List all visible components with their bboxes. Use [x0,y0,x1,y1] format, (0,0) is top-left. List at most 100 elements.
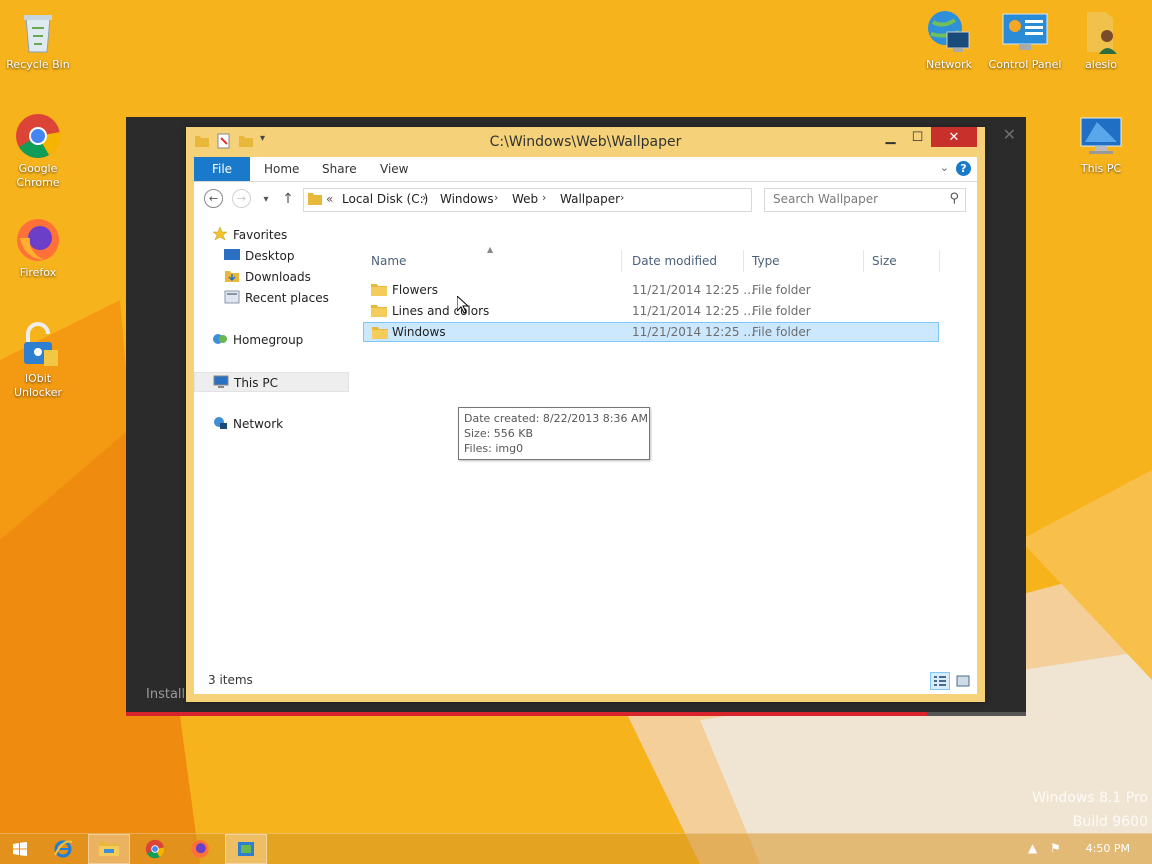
column-divider[interactable] [621,250,622,272]
nav-this-pc[interactable]: This PC [194,372,349,392]
breadcrumb-separator-icon[interactable]: › [620,191,624,204]
expand-ribbon-icon[interactable]: ⌄ [940,161,949,174]
nav-desktop[interactable]: Desktop [224,246,295,266]
desktop-icon-firefox[interactable]: Firefox [0,216,76,280]
item-count: 3 items [208,673,253,687]
column-divider[interactable] [939,250,940,272]
column-header-size[interactable]: Size [872,250,897,272]
breadcrumb-separator-icon[interactable]: › [542,191,546,204]
nav-downloads[interactable]: Downloads [224,267,311,287]
taskbar: ▲ ⚑ 4:50 PM [0,833,1152,864]
file-row-flowers[interactable]: Flowers 11/21/2014 12:25 ... File folder [366,280,939,300]
large-icons-view-icon [956,675,970,687]
title-bar[interactable]: ▾ C:\Windows\Web\Wallpaper ▁ ☐ ✕ [186,127,985,157]
taskbar-clock[interactable]: 4:50 PM [1086,842,1130,855]
network-globe-icon [925,8,973,56]
back-button[interactable]: ← [204,189,223,208]
navigation-bar: ← → ▾ ↑ « Local Disk (C:) › Windows › We… [194,181,977,217]
tooltip-size: Size: 556 KB [464,427,534,440]
help-icon[interactable]: ? [956,161,971,176]
tooltip-date-created: Date created: 8/22/2013 8:36 AM [464,412,649,425]
installer-progress-bar [126,712,927,716]
taskbar-firefox[interactable] [180,834,220,864]
window-title: C:\Windows\Web\Wallpaper [489,134,682,150]
tab-share[interactable]: Share [322,157,357,181]
explorer-client-area: File Home Share View ⌄ ? ← → ▾ ↑ « Local… [194,157,977,694]
desktop-icon-this-pc[interactable]: This PC [1063,112,1139,176]
chrome-icon [14,112,62,160]
nav-network[interactable]: Network [212,414,283,434]
up-arrow-icon[interactable]: ↑ [278,189,298,209]
folder-icon [371,284,387,296]
folder-info-tooltip: Date created: 8/22/2013 8:36 AM Size: 55… [458,407,650,460]
installer-close-icon[interactable]: ✕ [1003,125,1016,144]
taskbar-chrome[interactable] [135,834,175,864]
desktop-icon-google-chrome[interactable]: Google Chrome [0,112,76,190]
maximize-button[interactable]: ☐ [904,127,931,147]
column-divider[interactable] [863,250,864,272]
downloads-icon [224,269,240,283]
folder-icon [371,305,387,317]
tooltip-files: Files: img0 [464,442,524,455]
search-input[interactable] [765,189,943,209]
search-box[interactable]: ⚲ [764,188,966,212]
column-header-type[interactable]: Type [752,250,780,272]
navigation-pane: Favorites Desktop Downloads Recent place… [194,217,359,657]
breadcrumb-web[interactable]: Web [512,192,538,206]
nav-homegroup[interactable]: Homegroup [212,330,303,350]
unlocker-icon [14,322,62,370]
installer-app-icon [238,842,254,856]
nav-recent-places[interactable]: Recent places [224,288,329,308]
breadcrumb-windows[interactable]: Windows [440,192,494,206]
recent-locations-icon[interactable]: ▾ [256,189,276,209]
computer-icon [1077,112,1125,160]
search-icon[interactable]: ⚲ [949,191,959,206]
tab-file[interactable]: File [194,157,250,181]
network-icon [212,416,228,430]
control-panel-icon [1001,8,1049,56]
minimize-button[interactable]: ▁ [877,127,904,147]
taskbar-internet-explorer[interactable] [43,834,83,864]
action-center-flag-icon[interactable]: ⚑ [1050,841,1061,855]
large-icons-view-button[interactable] [953,672,973,690]
mouse-cursor-icon [457,296,469,314]
start-button[interactable] [0,834,40,864]
breadcrumb-separator-icon[interactable]: › [422,191,426,204]
breadcrumb-wallpaper[interactable]: Wallpaper [560,192,620,206]
installer-progress-track [927,712,1026,716]
breadcrumb-local-disk[interactable]: Local Disk (C:) [342,192,428,206]
taskbar-installer-app[interactable] [225,834,267,864]
homegroup-icon [212,332,228,346]
desktop-icon-network[interactable]: Network [911,8,987,72]
nav-favorites[interactable]: Favorites [212,225,287,245]
folder-icon [372,327,388,339]
desktop-icon-control-panel[interactable]: Control Panel [987,8,1063,72]
address-folder-icon [308,193,322,205]
show-hidden-icons-icon[interactable]: ▲ [1028,841,1037,855]
tab-home[interactable]: Home [264,157,299,181]
recent-places-icon [224,290,240,304]
file-row-lines-and-colors[interactable]: Lines and colors 11/21/2014 12:25 ... Fi… [366,301,939,321]
column-header-date-modified[interactable]: Date modified [632,250,717,272]
details-view-button[interactable] [930,672,950,690]
ribbon-tabs: File Home Share View ⌄ ? [194,157,977,182]
details-view-icon [934,676,946,686]
taskbar-file-explorer[interactable] [88,834,130,864]
recycle-bin-icon [14,8,62,56]
column-header-name[interactable]: Name [371,250,406,272]
close-button[interactable]: ✕ [931,127,977,147]
file-row-windows[interactable]: Windows 11/21/2014 12:25 ... File folder [363,322,939,342]
forward-button[interactable]: → [232,189,251,208]
breadcrumb-overflow[interactable]: « [326,192,333,206]
computer-icon [213,375,229,389]
os-watermark-edition: Windows 8.1 Pro [1032,790,1148,806]
address-bar[interactable]: « Local Disk (C:) › Windows › Web › Wall… [303,188,855,212]
tab-view[interactable]: View [380,157,408,181]
os-watermark-build: Build 9600 [1072,814,1148,830]
column-divider[interactable] [743,250,744,272]
user-folder-icon [1077,8,1125,56]
breadcrumb-separator-icon[interactable]: › [494,191,498,204]
desktop-icon-recycle-bin[interactable]: Recycle Bin [0,8,76,72]
desktop-icon-iobit-unlocker[interactable]: IObit Unlocker [0,322,76,400]
desktop-icon-user-folder[interactable]: alesio [1063,8,1139,72]
